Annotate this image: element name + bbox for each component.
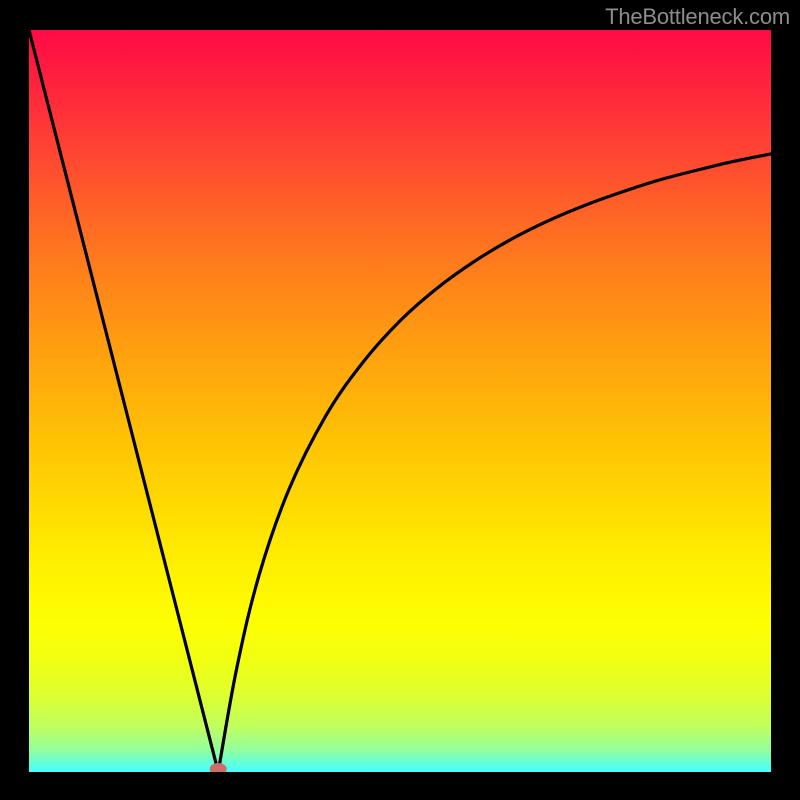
watermark-text: TheBottleneck.com [605,4,790,30]
curve-layer [29,30,771,772]
chart-container: TheBottleneck.com [0,0,800,800]
minimum-marker [210,763,227,772]
bottleneck-curve [29,30,771,772]
plot-area [29,30,771,772]
